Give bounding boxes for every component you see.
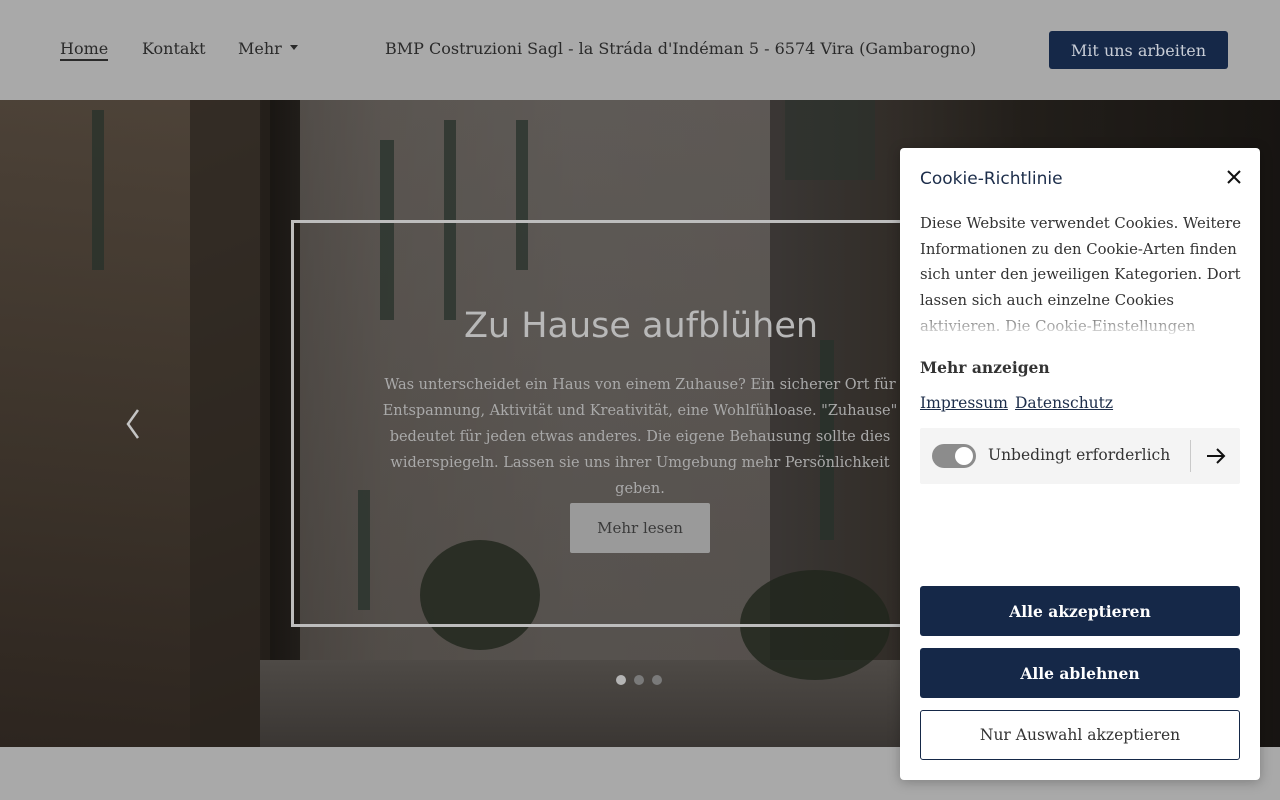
divider [1190,440,1191,472]
arrow-right-icon[interactable] [1204,445,1228,467]
impressum-link[interactable]: Impressum [920,394,1008,412]
category-label: Unbedingt erforderlich [988,446,1171,464]
reject-all-button[interactable]: Alle ablehnen [920,648,1240,698]
carousel-dot[interactable] [634,675,644,685]
cookie-dialog: Cookie-Richtlinie Diese Website verwende… [900,148,1260,780]
nav-mehr-dropdown[interactable]: Mehr [238,39,298,58]
show-more-link[interactable]: Mehr anzeigen [920,358,1050,377]
toggle-knob [955,447,973,465]
hero-background-balcony [785,100,875,180]
nav-mehr-label: Mehr [238,39,282,58]
nav-kontakt[interactable]: Kontakt [142,39,206,58]
carousel-indicators [616,675,662,685]
carousel-dot[interactable] [652,675,662,685]
category-toggle[interactable] [932,444,976,468]
cookie-dialog-title: Cookie-Richtlinie [920,169,1063,189]
hero-background-shadow [190,100,270,747]
carousel-dot[interactable] [616,675,626,685]
datenschutz-link[interactable]: Datenschutz [1015,394,1113,412]
close-icon[interactable] [1223,166,1245,188]
read-more-button[interactable]: Mehr lesen [570,503,710,553]
accept-selection-button[interactable]: Nur Auswahl akzeptieren [920,710,1240,760]
cookie-description-wrapper: Diese Website verwendet Cookies. Weitere… [920,211,1242,336]
hero-text: Was unterscheidet ein Haus von einem Zuh… [382,377,898,497]
hero-background-window [92,110,104,270]
caret-down-icon [289,45,298,50]
nav-home[interactable]: Home [60,39,109,61]
cookie-category-row: Unbedingt erforderlich [920,428,1240,484]
accept-all-button[interactable]: Alle akzeptieren [920,586,1240,636]
work-with-us-button[interactable]: Mit uns arbeiten [1049,31,1228,69]
site-header: Home Kontakt Mehr BMP Costruzioni Sagl -… [0,0,1280,100]
company-address: BMP Costruzioni Sagl - la Stráda d'Indém… [385,39,977,58]
chevron-left-icon[interactable] [118,404,148,444]
hero-background-street [260,660,960,747]
hero-title: Zu Hause aufblühen [463,306,819,346]
text-fade [920,314,1242,336]
